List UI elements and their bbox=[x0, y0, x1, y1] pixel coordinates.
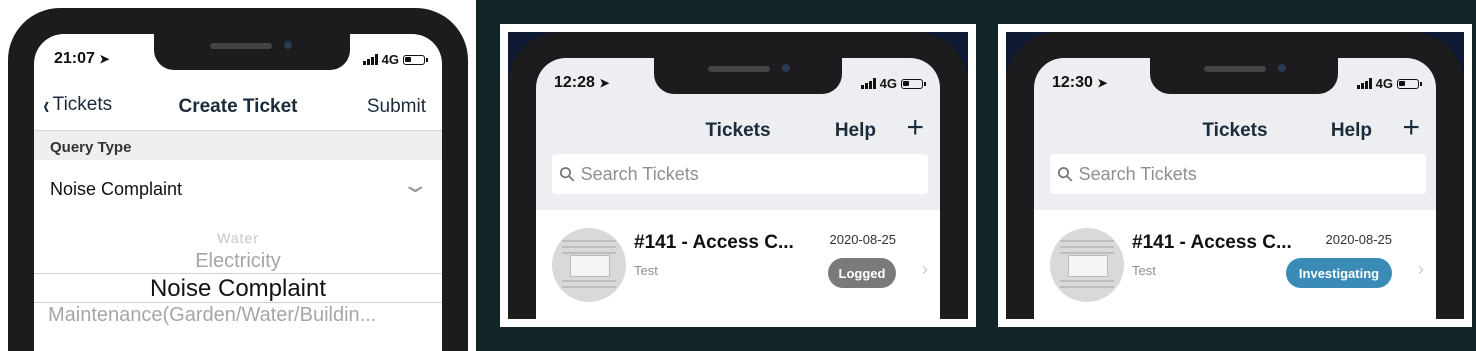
wallpaper: 12:28 ➤ 4G Tickets Help + ⚲ Search Ticke… bbox=[508, 32, 968, 319]
ticket-subtitle: Test bbox=[1132, 263, 1156, 278]
search-input[interactable]: ⚲ Search Tickets bbox=[552, 154, 928, 194]
status-badge: Logged bbox=[828, 258, 896, 288]
search-placeholder: Search Tickets bbox=[580, 163, 699, 184]
submit-button[interactable]: Submit bbox=[367, 96, 426, 118]
status-indicators: 4G bbox=[362, 52, 428, 67]
section-header-label: Query Type bbox=[50, 139, 132, 156]
picker-option-selected[interactable]: Noise Complaint bbox=[34, 275, 442, 303]
navigation-bar: ‹ Tickets Create Ticket Submit bbox=[34, 78, 442, 130]
location-arrow-icon: ➤ bbox=[99, 52, 110, 66]
search-icon: ⚲ bbox=[554, 161, 581, 188]
network-label: 4G bbox=[1375, 76, 1393, 91]
battery-icon bbox=[1397, 78, 1419, 89]
ticket-title: #141 - Access C... bbox=[1132, 232, 1292, 253]
ticket-thumbnail bbox=[1050, 228, 1124, 302]
status-time: 12:28 ➤ bbox=[554, 74, 609, 92]
battery-icon bbox=[901, 78, 923, 89]
signal-icon bbox=[860, 78, 876, 89]
status-time: 12:30 ➤ bbox=[1052, 74, 1107, 92]
location-arrow-icon: ➤ bbox=[599, 76, 610, 90]
chevron-right-icon: › bbox=[922, 259, 928, 279]
status-indicators: 4G bbox=[1356, 76, 1422, 91]
phone-notch bbox=[154, 34, 350, 70]
phone-screen: 12:30 ➤ 4G Tickets Help + ⚲ Search Ticke… bbox=[1034, 58, 1436, 319]
battery-tip bbox=[426, 57, 428, 62]
query-type-select[interactable]: Noise Complaint ⌄ bbox=[34, 160, 442, 220]
front-camera bbox=[1278, 64, 1286, 72]
ticket-thumbnail bbox=[552, 228, 626, 302]
speaker-grille bbox=[1204, 66, 1266, 72]
battery-tip bbox=[924, 81, 926, 86]
speaker-grille bbox=[210, 43, 272, 49]
create-ticket-screenshot: 21:07 ➤ 4G ‹ Tickets Create Ticket Submi… bbox=[0, 0, 476, 351]
front-camera bbox=[284, 41, 292, 49]
status-indicators: 4G bbox=[860, 76, 926, 91]
ticket-list-logged-frame: 12:28 ➤ 4G Tickets Help + ⚲ Search Ticke… bbox=[500, 24, 976, 327]
selected-value: Noise Complaint bbox=[50, 179, 183, 199]
add-ticket-button[interactable]: + bbox=[906, 111, 924, 145]
picker-option[interactable]: Maintenance(Garden/Water/Buildin... bbox=[48, 304, 442, 327]
ticket-date: 2020-08-25 bbox=[829, 232, 897, 247]
picker-wheel[interactable]: Water Electricity Noise Complaint Mainte… bbox=[34, 226, 442, 351]
status-badge: Investigating bbox=[1286, 258, 1392, 288]
ticket-subtitle: Test bbox=[634, 263, 658, 278]
phone-screen: 12:28 ➤ 4G Tickets Help + ⚲ Search Ticke… bbox=[536, 58, 940, 319]
phone-notch bbox=[1150, 58, 1338, 94]
section-header: Query Type bbox=[34, 130, 442, 161]
status-time: 21:07 ➤ bbox=[54, 50, 109, 68]
plus-icon: + bbox=[1402, 111, 1420, 144]
time-text: 12:28 bbox=[554, 74, 595, 91]
phone-screen: 21:07 ➤ 4G ‹ Tickets Create Ticket Submi… bbox=[34, 34, 442, 351]
ticket-row[interactable]: #141 - Access C... 2020-08-25 Test Logge… bbox=[536, 210, 940, 319]
wallpaper: 12:30 ➤ 4G Tickets Help + ⚲ Search Ticke… bbox=[1006, 32, 1464, 319]
picker-option[interactable]: Electricity bbox=[34, 250, 442, 273]
add-ticket-button[interactable]: + bbox=[1402, 111, 1420, 145]
ticket-list-investigating-frame: 12:30 ➤ 4G Tickets Help + ⚲ Search Ticke… bbox=[998, 24, 1472, 327]
speaker-grille bbox=[708, 66, 770, 72]
ticket-list-screenshots: 12:28 ➤ 4G Tickets Help + ⚲ Search Ticke… bbox=[476, 0, 1476, 351]
help-button[interactable]: Help bbox=[835, 120, 876, 142]
network-label: 4G bbox=[381, 52, 399, 67]
battery-tip bbox=[1420, 81, 1422, 86]
search-input[interactable]: ⚲ Search Tickets bbox=[1050, 154, 1426, 194]
search-icon: ⚲ bbox=[1052, 161, 1079, 188]
signal-icon bbox=[362, 54, 378, 65]
picker-option[interactable]: Water bbox=[34, 230, 442, 246]
time-text: 12:30 bbox=[1052, 74, 1093, 91]
ticket-list: #141 - Access C... 2020-08-25 Test Inves… bbox=[1034, 210, 1436, 319]
page-title: Tickets bbox=[1202, 120, 1268, 141]
time-text: 21:07 bbox=[54, 50, 95, 67]
chevron-right-icon: › bbox=[1418, 259, 1424, 279]
signal-icon bbox=[1356, 78, 1372, 89]
ticket-row[interactable]: #141 - Access C... 2020-08-25 Test Inves… bbox=[1034, 210, 1436, 319]
ticket-list: #141 - Access C... 2020-08-25 Test Logge… bbox=[536, 210, 940, 319]
page-title: Tickets bbox=[705, 120, 771, 141]
phone-notch bbox=[654, 58, 842, 94]
front-camera bbox=[782, 64, 790, 72]
battery-icon bbox=[403, 54, 425, 65]
plus-icon: + bbox=[906, 111, 924, 144]
ticket-date: 2020-08-25 bbox=[1325, 232, 1393, 247]
search-placeholder: Search Tickets bbox=[1078, 163, 1197, 184]
network-label: 4G bbox=[879, 76, 897, 91]
ticket-title: #141 - Access C... bbox=[634, 232, 794, 253]
location-arrow-icon: ➤ bbox=[1097, 76, 1108, 90]
help-button[interactable]: Help bbox=[1331, 120, 1372, 142]
chevron-down-icon: ⌄ bbox=[400, 172, 430, 197]
